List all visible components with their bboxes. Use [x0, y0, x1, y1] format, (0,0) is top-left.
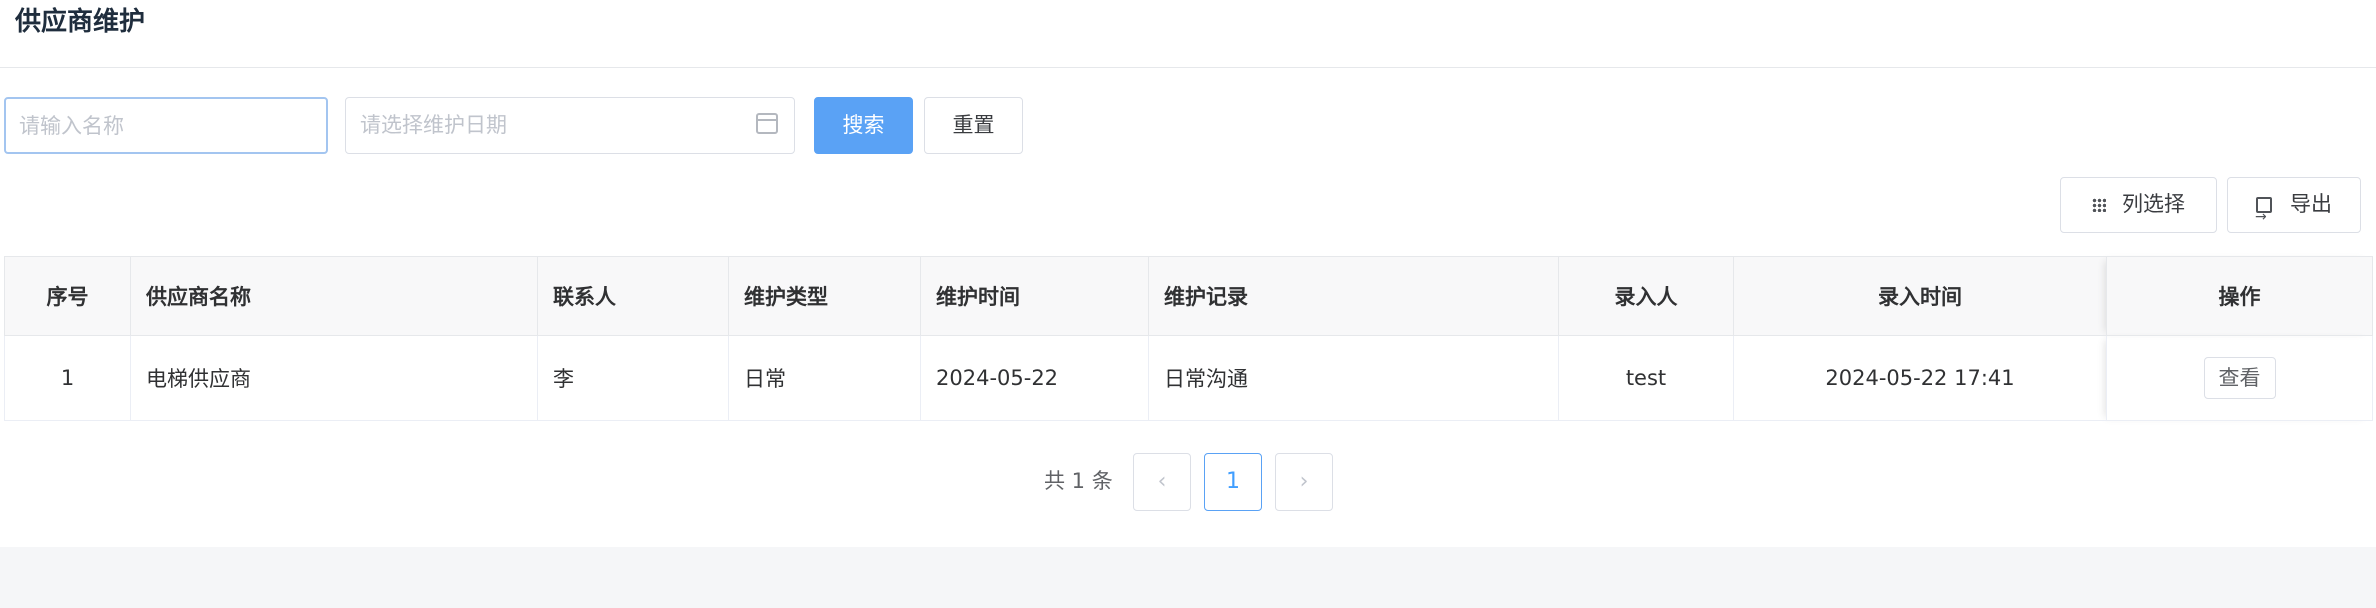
cell-maintenance-type: 日常: [728, 335, 921, 421]
cell-actions: 查看: [2106, 335, 2373, 421]
header-contact: 联系人: [537, 256, 729, 336]
table-row: 1 电梯供应商 李 日常 2024-05-22 日常沟通 test 2024-0…: [4, 335, 2373, 421]
search-button-label: 搜索: [842, 113, 885, 137]
main-panel: 供应商维护 请输入名称 请选择维护日期 搜索 重置 列选择 导出 序号 供应商名…: [0, 0, 2376, 547]
page-number-1[interactable]: 1: [1204, 453, 1262, 511]
column-select-label: 列选择: [2122, 192, 2185, 216]
cell-index: 1: [4, 335, 131, 421]
reset-button-label: 重置: [952, 113, 995, 137]
pagination-total: 共 1 条: [1044, 469, 1113, 493]
header-divider: [0, 67, 2376, 68]
calendar-icon: [756, 113, 778, 134]
header-maintenance-record: 维护记录: [1148, 256, 1559, 336]
next-page-button[interactable]: ›: [1275, 453, 1333, 511]
column-select-button[interactable]: 列选择: [2060, 177, 2217, 233]
header-actions: 操作: [2106, 256, 2373, 336]
cell-contact: 李: [537, 335, 729, 421]
table-header-row: 序号 供应商名称 联系人 维护类型 维护时间 维护记录 录入人 录入时间 操作: [4, 256, 2373, 336]
grid-icon: [2092, 198, 2106, 212]
reset-button[interactable]: 重置: [924, 97, 1023, 154]
cell-maintenance-time: 2024-05-22: [920, 335, 1149, 421]
maintenance-date-picker[interactable]: 请选择维护日期: [345, 97, 795, 154]
header-supplier-name: 供应商名称: [130, 256, 538, 336]
cell-supplier-name: 电梯供应商: [130, 335, 538, 421]
view-button[interactable]: 查看: [2203, 357, 2276, 399]
header-index: 序号: [4, 256, 131, 336]
page-title: 供应商维护: [15, 7, 146, 37]
export-icon: [2255, 191, 2272, 243]
chevron-left-icon: ‹: [1157, 469, 1167, 494]
date-input-placeholder: 请选择维护日期: [360, 113, 507, 137]
search-button[interactable]: 搜索: [814, 97, 913, 154]
supplier-maintenance-table: 序号 供应商名称 联系人 维护类型 维护时间 维护记录 录入人 录入时间 操作 …: [4, 256, 2373, 421]
header-entered-at: 录入时间: [1733, 256, 2107, 336]
name-search-input[interactable]: 请输入名称: [4, 97, 328, 154]
export-button[interactable]: 导出: [2227, 177, 2361, 243]
export-label: 导出: [2290, 192, 2332, 216]
prev-page-button[interactable]: ‹: [1133, 453, 1191, 511]
cell-entered-by: test: [1558, 335, 1734, 421]
cell-maintenance-record: 日常沟通: [1148, 335, 1559, 421]
header-entered-by: 录入人: [1558, 256, 1734, 336]
header-maintenance-type: 维护类型: [728, 256, 921, 336]
cell-entered-at: 2024-05-22 17:41: [1733, 335, 2107, 421]
chevron-right-icon: ›: [1299, 469, 1309, 494]
header-maintenance-time: 维护时间: [920, 256, 1149, 336]
name-input-placeholder: 请输入名称: [19, 114, 124, 138]
